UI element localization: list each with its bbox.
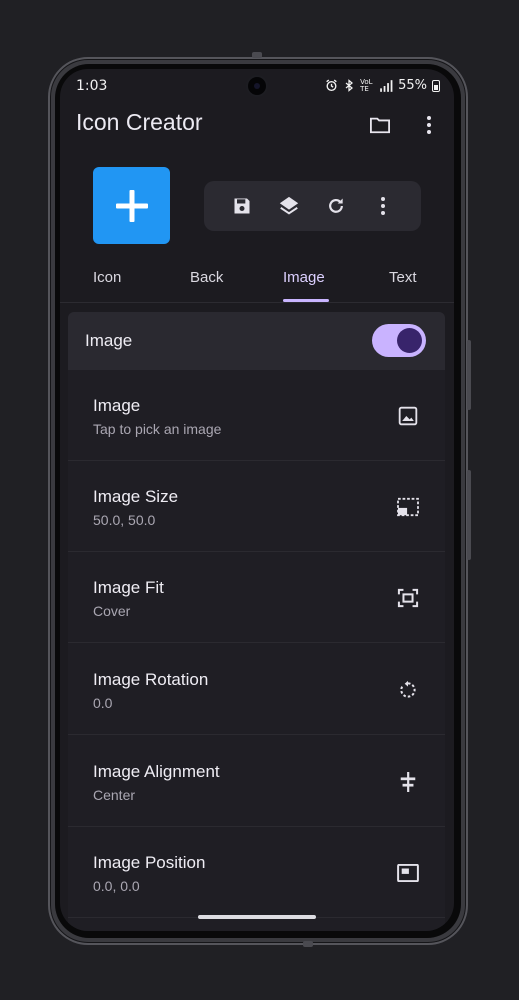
tab-icon[interactable]: Icon [93,269,121,286]
front-camera [246,75,268,97]
setting-subtitle: Cover [93,603,131,619]
image-toggle-row[interactable]: Image [68,312,445,370]
setting-title: Image Position [93,853,206,872]
folder-icon[interactable] [368,113,392,137]
phone-volume-button [467,340,471,410]
page-title: Icon Creator [76,109,203,135]
stage: 1:03 VoLTE 55% Icon Creator Icon Back Im… [0,0,519,1000]
setting-image-position[interactable]: Image Position 0.0, 0.0 [68,827,445,918]
network-type-label: VoLTE [360,77,373,93]
icon-preview[interactable] [93,167,170,244]
phone-power-button [467,470,471,560]
setting-subtitle: 0.0 [93,695,113,711]
phone-top-button [252,52,262,58]
setting-image-alignment[interactable]: Image Alignment Center [68,736,445,827]
setting-title: Image Size [93,487,179,506]
switch-knob [397,328,422,353]
image-icon [396,404,420,428]
setting-title: Image Fit [93,578,164,597]
setting-image-fit[interactable]: Image Fit Cover [68,552,445,643]
layers-icon[interactable] [276,193,302,219]
tab-back[interactable]: Back [190,269,223,286]
setting-subtitle: Center [93,787,136,803]
setting-subtitle: 0.0, 0.0 [93,878,140,894]
tab-bar: Icon Back Image Text [60,257,454,303]
battery-percent: 55% [398,78,427,93]
tab-text[interactable]: Text [389,269,417,286]
setting-subtitle: Tap to pick an image [93,421,222,437]
alarm-icon [326,79,337,92]
setting-title: Image Alignment [93,762,220,781]
app-bar: Icon Creator [60,105,454,145]
signal-icon [380,79,393,92]
save-icon[interactable] [229,193,255,219]
phone-bottom-button [303,941,313,947]
plus-icon [115,189,148,222]
screen: 1:03 VoLTE 55% Icon Creator Icon Back Im… [60,69,454,931]
position-icon [396,861,420,885]
fit-icon [396,586,420,610]
setting-image[interactable]: Image Tap to pick an image [68,370,445,461]
setting-image-size[interactable]: Image Size 50.0, 50.0 [68,461,445,552]
align-center-icon [396,770,420,794]
toolbar-more-icon[interactable] [370,193,396,219]
status-time: 1:03 [76,78,108,94]
image-switch[interactable] [372,324,426,357]
battery-icon [432,79,440,92]
setting-title: Image Rotation [93,670,209,689]
status-icons: VoLTE 55% [325,78,440,93]
more-vert-icon[interactable] [417,113,441,137]
setting-subtitle: 50.0, 50.0 [93,512,156,528]
resize-icon [396,495,420,519]
status-bar: 1:03 VoLTE 55% [60,69,454,105]
tab-image[interactable]: Image [283,269,325,286]
tab-indicator [283,299,329,302]
home-indicator[interactable] [198,915,316,919]
setting-title: Image [93,396,141,415]
rotate-icon [396,678,420,702]
bluetooth-icon [345,79,354,92]
setting-image-rotation[interactable]: Image Rotation 0.0 [68,644,445,735]
action-toolbar [204,181,421,231]
refresh-icon[interactable] [323,193,349,219]
toggle-label: Image [85,331,133,350]
settings-list: Image Tap to pick an image Image Size 50… [68,370,445,931]
